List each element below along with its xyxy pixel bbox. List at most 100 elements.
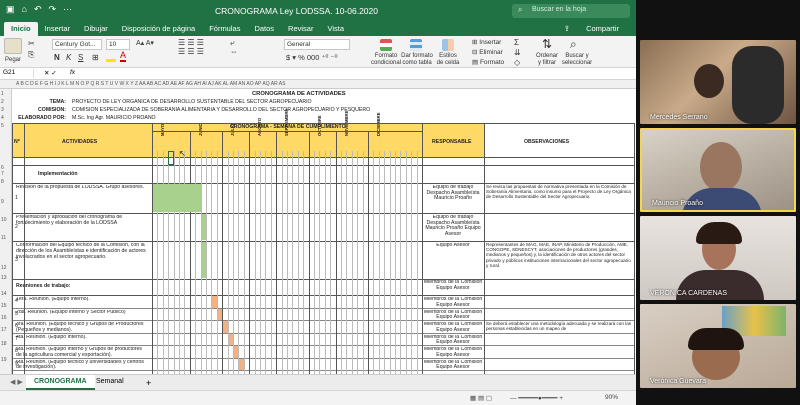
- find-icon[interactable]: ⌕: [570, 37, 577, 52]
- tab-dibujar[interactable]: Dibujar: [77, 22, 115, 36]
- row-number[interactable]: 4: [1, 115, 4, 121]
- redo-icon[interactable]: ↷: [49, 4, 57, 15]
- row-number[interactable]: 17: [1, 327, 7, 333]
- more-icon[interactable]: ⋯: [63, 4, 72, 15]
- tab-datos[interactable]: Datos: [247, 22, 281, 36]
- grid-line: [378, 151, 380, 374]
- grid-line: [308, 151, 310, 374]
- fill-color-icon[interactable]: [106, 53, 116, 62]
- responsable-cell: Miembros de la Comisión Equipo Asesor: [423, 322, 483, 332]
- row-number[interactable]: 13: [1, 275, 7, 281]
- view-mode-icons[interactable]: ▦ ▤ ▢: [470, 394, 492, 402]
- tab-vista[interactable]: Vista: [320, 22, 351, 36]
- row-number[interactable]: 18: [1, 341, 7, 347]
- zoom-level[interactable]: 90%: [605, 394, 618, 401]
- bold-button[interactable]: N: [54, 53, 60, 62]
- row-number[interactable]: 10: [1, 217, 7, 223]
- spreadsheet-grid[interactable]: CRONOGRAMA DE ACTIVIDADES TEMA: PROYECTO…: [12, 89, 636, 374]
- gantt-bar: [239, 358, 244, 370]
- row-number[interactable]: 15: [1, 303, 7, 309]
- save-icon[interactable]: ▣: [6, 4, 15, 15]
- sort-filter-label: Ordenar y filtrar: [535, 53, 558, 66]
- tab-inicio[interactable]: Inicio: [4, 22, 38, 36]
- add-sheet-icon[interactable]: +: [138, 375, 159, 390]
- activity-cell: 3ra. Reunión. (Equipo técnico y Grupos d…: [16, 322, 144, 332]
- grid-line: [265, 151, 267, 374]
- tema-value: PROYECTO DE LEY ORGANICA DE DESARROLLO S…: [72, 99, 312, 105]
- row-number[interactable]: 16: [1, 315, 7, 321]
- format-cells-button[interactable]: ▤ Formato: [472, 58, 504, 68]
- number-format-icons[interactable]: $ ▾ % 000 ⁺⁰ ⁻⁰: [286, 53, 337, 62]
- conditional-format-icon[interactable]: [380, 39, 392, 51]
- share-button[interactable]: ⇪ Compartir: [557, 24, 626, 33]
- grid-line: [260, 151, 261, 374]
- grid-line: [12, 165, 634, 166]
- row-number[interactable]: 7: [1, 171, 4, 177]
- tab-disposicion[interactable]: Disposición de página: [115, 22, 202, 36]
- gantt-bar: [201, 242, 206, 278]
- name-box[interactable]: G21: [2, 69, 34, 78]
- font-size-select[interactable]: 10: [106, 39, 130, 50]
- grid-line: [368, 151, 369, 374]
- sheet-tab-bar: ◀ ▶ CRONOGRAMA Semanal +: [0, 374, 636, 390]
- activity-cell: Revisión de la propuesta de LODSSA. Grup…: [16, 185, 145, 190]
- grid-line: [12, 213, 634, 214]
- zoom-slider[interactable]: — ━━━━━●━━━━ +: [510, 394, 563, 402]
- row-number[interactable]: 1: [1, 91, 4, 97]
- video-tile-mauricio[interactable]: Mauricio Proaño: [640, 128, 796, 212]
- video-tile-mercedes[interactable]: Mercedes Serrano: [640, 40, 796, 124]
- row-number[interactable]: 2: [1, 99, 4, 105]
- observaciones-cell: Se revisa las propuestas de normativa pr…: [486, 184, 631, 200]
- format-table-icon[interactable]: [410, 39, 422, 51]
- undo-icon[interactable]: ↶: [34, 4, 42, 15]
- row-number[interactable]: 12: [1, 265, 7, 271]
- gantt-bar: [201, 214, 206, 240]
- row-number[interactable]: 5: [1, 123, 4, 129]
- month-header: JULIO: [230, 123, 236, 136]
- search-input[interactable]: ⌕ Buscar en la hoja: [512, 4, 630, 18]
- grid-line: [249, 151, 251, 374]
- copy-icon[interactable]: ⎘: [28, 50, 34, 60]
- formula-cancel-icon[interactable]: ✕ ✓: [44, 69, 57, 77]
- home-icon[interactable]: ⌂: [22, 4, 27, 15]
- borders-icon[interactable]: ⊞: [92, 53, 99, 62]
- insert-cells-button[interactable]: ⊞ Insertar: [472, 38, 504, 48]
- excel-window: ▣ ⌂ ↶ ↷ ⋯ CRONOGRAMA Ley LODSSA. 10-06.2…: [0, 0, 636, 405]
- video-tile-veronica-c[interactable]: VERONICA CARDENAS: [640, 216, 796, 300]
- italic-button[interactable]: K: [66, 53, 71, 62]
- sort-filter-icon[interactable]: ⇅: [542, 37, 552, 51]
- autosum-icons[interactable]: Σ ⇊ ◇: [514, 38, 521, 68]
- participant-hair: [688, 328, 744, 350]
- tab-formulas[interactable]: Fórmulas: [202, 22, 247, 36]
- tab-revisar[interactable]: Revisar: [281, 22, 320, 36]
- delete-cells-button[interactable]: ⊟ Eliminar: [472, 48, 504, 58]
- video-tile-veronica-g[interactable]: Verónica Guevara: [640, 304, 796, 388]
- row-number[interactable]: 19: [1, 357, 7, 363]
- number-format-select[interactable]: General: [284, 39, 350, 50]
- row-number[interactable]: 8: [1, 179, 4, 185]
- row-number[interactable]: 11: [1, 235, 6, 241]
- sheet-tab-semanal[interactable]: Semanal: [88, 375, 132, 390]
- observaciones-cell: [486, 309, 632, 320]
- wrap-merge-icons[interactable]: ⤶ ⇔: [230, 38, 238, 56]
- font-grow-icon[interactable]: A▴ A▾: [136, 39, 154, 47]
- sheet-tab-cronograma[interactable]: CRONOGRAMA: [26, 375, 95, 390]
- underline-button[interactable]: S: [78, 53, 83, 62]
- row-number[interactable]: 14: [1, 291, 7, 297]
- elaborado-label: ELABORADO POR:: [18, 115, 66, 121]
- cell-styles-icon[interactable]: [442, 39, 454, 51]
- paste-icon[interactable]: [4, 38, 22, 54]
- selected-cell[interactable]: [168, 151, 174, 165]
- row-number[interactable]: 9: [1, 199, 4, 205]
- tab-insertar[interactable]: Insertar: [38, 22, 77, 36]
- grid-line: [634, 123, 635, 374]
- row-number[interactable]: 3: [1, 107, 4, 113]
- header-n: Nº: [14, 139, 20, 145]
- fx-icon[interactable]: fx: [70, 69, 75, 76]
- cut-icon[interactable]: ✂: [28, 39, 35, 48]
- observaciones-cell: [486, 296, 632, 307]
- font-color-icon[interactable]: A: [120, 51, 127, 62]
- grid-line: [341, 151, 342, 374]
- align-icons[interactable]: ☰ ☰ ☰ ☰ ☰ ☰: [178, 38, 204, 56]
- font-name-select[interactable]: Century Got...: [52, 39, 102, 50]
